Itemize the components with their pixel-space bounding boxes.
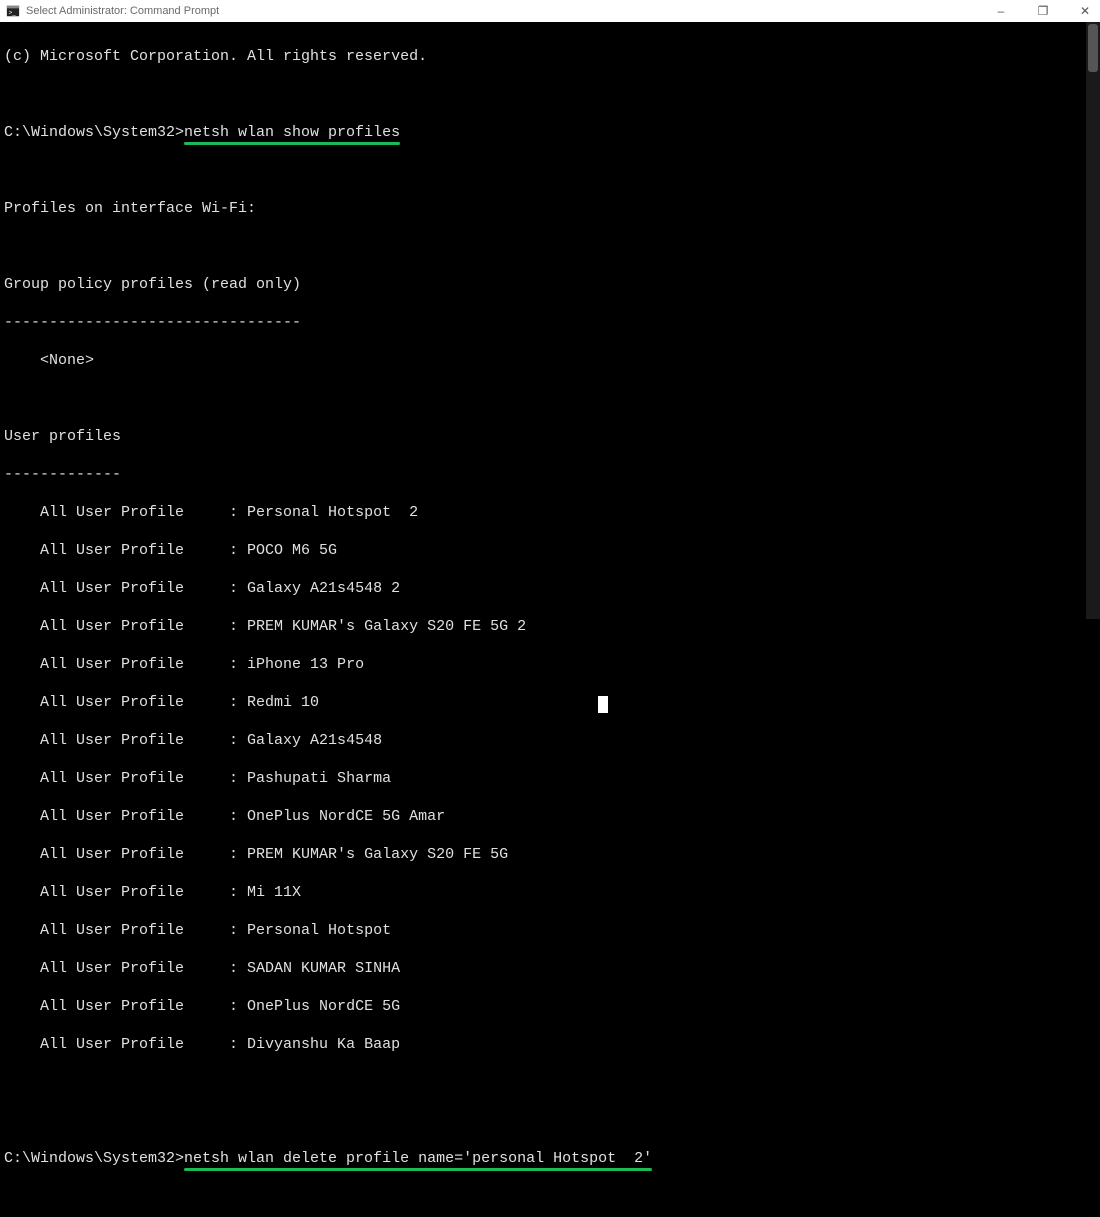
minimize-button[interactable]: – (990, 4, 1012, 18)
profile-name: iPhone 13 Pro (247, 656, 364, 673)
profile-name: OnePlus NordCE 5G (247, 998, 400, 1015)
scrollbar[interactable] (1086, 22, 1100, 619)
profile-label: All User Profile : (4, 922, 247, 939)
close-button[interactable]: ✕ (1074, 4, 1096, 18)
maximize-button[interactable]: ❐ (1032, 4, 1054, 18)
profile-name: POCO M6 5G (247, 542, 337, 559)
command-1: netsh wlan show profiles (184, 123, 400, 142)
text-cursor (598, 696, 608, 713)
profile-label: All User Profile : (4, 1036, 247, 1053)
heading-interface: Profiles on interface Wi-Fi: (4, 199, 1096, 218)
profile-label: All User Profile : (4, 960, 247, 977)
profile-label: All User Profile : (4, 732, 247, 749)
cmd-icon: >_ (6, 4, 20, 18)
profile-name: SADAN KUMAR SINHA (247, 960, 400, 977)
profile-label: All User Profile : (4, 884, 247, 901)
profile-label: All User Profile : (4, 580, 247, 597)
none-entry: <None> (4, 351, 1096, 370)
prompt-path: C:\Windows\System32> (4, 124, 184, 141)
profile-label: All User Profile : (4, 770, 247, 787)
terminal-output[interactable]: (c) Microsoft Corporation. All rights re… (0, 22, 1100, 1217)
prompt-path: C:\Windows\System32> (4, 1150, 184, 1167)
dashes: ------------- (4, 465, 1096, 484)
profile-label: All User Profile : (4, 504, 247, 521)
heading-group-policy: Group policy profiles (read only) (4, 275, 1096, 294)
profile-name: Personal Hotspot (247, 922, 391, 939)
svg-text:>_: >_ (9, 10, 17, 17)
profile-label: All User Profile : (4, 998, 247, 1015)
profile-name: Redmi 10 (247, 694, 319, 711)
profile-name: Divyanshu Ka Baap (247, 1036, 400, 1053)
scrollbar-thumb[interactable] (1088, 24, 1098, 72)
command-2: netsh wlan delete profile name='personal… (184, 1149, 652, 1168)
profile-name: OnePlus NordCE 5G Amar (247, 808, 445, 825)
dashes: --------------------------------- (4, 313, 1096, 332)
profile-name: Pashupati Sharma (247, 770, 391, 787)
profile-name: Galaxy A21s4548 (247, 732, 382, 749)
profile-name: Personal Hotspot 2 (247, 504, 418, 521)
profile-label: All User Profile : (4, 694, 247, 711)
profile-label: All User Profile : (4, 656, 247, 673)
profile-name: Mi 11X (247, 884, 301, 901)
profile-name: PREM KUMAR's Galaxy S20 FE 5G 2 (247, 618, 526, 635)
copyright-line: (c) Microsoft Corporation. All rights re… (4, 47, 1096, 66)
profile-name: PREM KUMAR's Galaxy S20 FE 5G (247, 846, 508, 863)
titlebar: >_ Select Administrator: Command Prompt … (0, 0, 1100, 22)
profile-label: All User Profile : (4, 808, 247, 825)
heading-user-profiles: User profiles (4, 427, 1096, 446)
window-title: Select Administrator: Command Prompt (26, 5, 219, 17)
profile-label: All User Profile : (4, 846, 247, 863)
profile-label: All User Profile : (4, 542, 247, 559)
profile-name: Galaxy A21s4548 2 (247, 580, 400, 597)
profile-label: All User Profile : (4, 618, 247, 635)
